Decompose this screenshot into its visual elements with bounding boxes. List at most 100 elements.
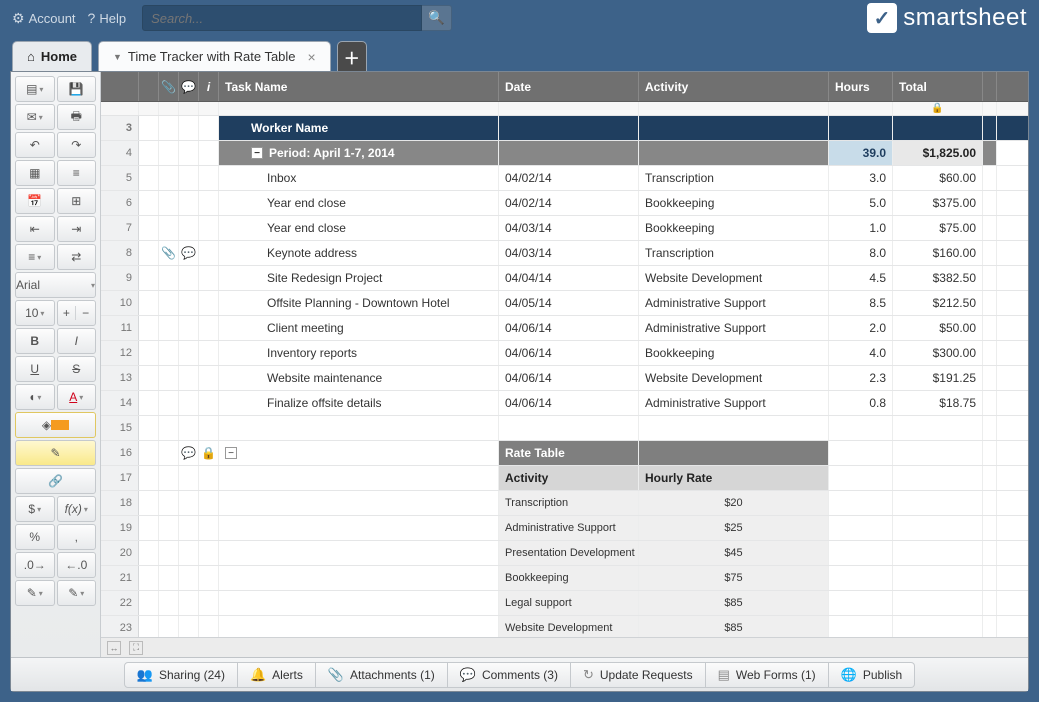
paperclip-icon[interactable]: 📎 <box>161 246 176 260</box>
row-blank[interactable]: 15 <box>101 416 1028 441</box>
rate-row[interactable]: 18Transcription$20 <box>101 491 1028 516</box>
expand-button[interactable]: ⛶ <box>129 641 143 655</box>
row-rate-subhead[interactable]: 17 Activity Hourly Rate <box>101 466 1028 491</box>
bold-button[interactable]: B <box>15 328 55 354</box>
table-row[interactable]: 13Website maintenance04/06/14Website Dev… <box>101 366 1028 391</box>
footer-alerts[interactable]: 🔔Alerts <box>238 662 316 688</box>
col-attach[interactable]: 📎 <box>159 72 179 101</box>
conditional-format-button[interactable]: ◈ <box>15 412 96 438</box>
table-row[interactable]: 6Year end close04/02/14Bookkeeping5.0$37… <box>101 191 1028 216</box>
tab-home[interactable]: ⌂Home <box>12 41 92 71</box>
cell-activity: Transcription <box>639 166 829 190</box>
font-size-select[interactable]: 10▾ <box>15 300 55 326</box>
align-button[interactable]: ≡▾ <box>15 244 55 270</box>
footer-sharing[interactable]: 👥Sharing (24) <box>124 662 238 688</box>
col-hours[interactable]: Hours <box>829 72 893 101</box>
font-inc-button[interactable]: +− <box>57 300 97 326</box>
paperclip-icon: 📎 <box>161 80 176 94</box>
footer-attachments[interactable]: 📎Attachments (1) <box>316 662 448 688</box>
percent-button[interactable]: % <box>15 524 55 550</box>
rate-row[interactable]: 19Administrative Support$25 <box>101 516 1028 541</box>
cell-rate-value: $85 <box>639 591 829 615</box>
thousands-button[interactable]: , <box>57 524 97 550</box>
outdent-button[interactable]: ⇤ <box>15 216 55 242</box>
chevron-down-icon[interactable]: ▼ <box>113 52 122 62</box>
table-row[interactable]: 12Inventory reports04/06/14Bookkeeping4.… <box>101 341 1028 366</box>
tab-strip: ⌂Home ▼Time Tracker with Rate Table× ＋ <box>0 36 1039 71</box>
indent-button[interactable]: ⇥ <box>57 216 97 242</box>
row-rate-head[interactable]: 16 💬 🔒 − Rate Table <box>101 441 1028 466</box>
rate-row[interactable]: 20Presentation Development$45 <box>101 541 1028 566</box>
grid-body[interactable]: 3 Worker Name 4 −Period: April 1-7, 2014… <box>101 116 1028 637</box>
col-comment[interactable]: 💬 <box>179 72 199 101</box>
text-color-button[interactable]: A▾ <box>57 384 97 410</box>
clear-format-button[interactable]: ✎▾ <box>57 580 97 606</box>
search-input[interactable] <box>142 5 422 31</box>
rate-row[interactable]: 21Bookkeeping$75 <box>101 566 1028 591</box>
collapse-icon[interactable]: − <box>225 447 237 459</box>
dec-dec-button[interactable]: ←.0 <box>57 552 97 578</box>
row-worker[interactable]: 3 Worker Name <box>101 116 1028 141</box>
col-expand[interactable] <box>139 72 159 101</box>
lock-icon: 🔒 <box>931 103 943 114</box>
table-row[interactable]: 11Client meeting04/06/14Administrative S… <box>101 316 1028 341</box>
tab-add[interactable]: ＋ <box>337 41 367 71</box>
footer-publish[interactable]: 🌐Publish <box>829 662 916 688</box>
cell-task: Year end close <box>219 191 499 215</box>
collapse-icon[interactable]: − <box>251 147 263 159</box>
formula-button[interactable]: f(x)▾ <box>57 496 97 522</box>
undo-button[interactable]: ↶ <box>15 132 55 158</box>
cell-total: $382.50 <box>893 266 983 290</box>
footer-webforms[interactable]: ▤Web Forms (1) <box>706 662 829 688</box>
scroll-left-button[interactable]: ↔ <box>107 641 121 655</box>
row-period[interactable]: 4 −Period: April 1-7, 2014 39.0$1,825.00 <box>101 141 1028 166</box>
comment-icon[interactable]: 💬 <box>181 446 196 460</box>
print-button[interactable]: 🖶 <box>57 104 97 130</box>
redo-button[interactable]: ↷ <box>57 132 97 158</box>
rate-row[interactable]: 23Website Development$85 <box>101 616 1028 637</box>
underline-button[interactable]: U <box>15 356 55 382</box>
col-info[interactable]: i <box>199 72 219 101</box>
footer-update[interactable]: ↻Update Requests <box>571 662 706 688</box>
col-date[interactable]: Date <box>499 72 639 101</box>
footer-comments[interactable]: 💬Comments (3) <box>448 662 571 688</box>
format-paint-button[interactable]: ✎▾ <box>15 580 55 606</box>
close-icon[interactable]: × <box>308 49 316 65</box>
strike-button[interactable]: S <box>57 356 97 382</box>
col-total[interactable]: Total <box>893 72 983 101</box>
tab-sheet[interactable]: ▼Time Tracker with Rate Table× <box>98 41 331 71</box>
search-wrap: 🔍 <box>142 5 452 31</box>
rate-row[interactable]: 22Legal support$85 <box>101 591 1028 616</box>
gantt-view-button[interactable]: ≡ <box>57 160 97 186</box>
table-row[interactable]: 10Offsite Planning - Downtown Hotel04/05… <box>101 291 1028 316</box>
card-view-button[interactable]: ⊞ <box>57 188 97 214</box>
col-task[interactable]: Task Name <box>219 72 499 101</box>
table-row[interactable]: 14Finalize offsite details04/06/14Admini… <box>101 391 1028 416</box>
link-button[interactable]: 🔗 <box>15 468 96 494</box>
account-link[interactable]: ⚙Account <box>12 10 76 27</box>
font-select[interactable]: Arial▾ <box>15 272 96 298</box>
fill-color-button[interactable]: ◖▾ <box>15 384 55 410</box>
highlight-button[interactable]: ✎ <box>15 440 96 466</box>
calendar-view-button[interactable]: 📅 <box>15 188 55 214</box>
save-button[interactable]: ▤▾ <box>15 76 55 102</box>
cell-date: 04/04/14 <box>499 266 639 290</box>
table-row[interactable]: 9Site Redesign Project04/04/14Website De… <box>101 266 1028 291</box>
cell-total: $300.00 <box>893 341 983 365</box>
help-link[interactable]: ?Help <box>88 10 127 26</box>
save-disk-button[interactable]: 💾 <box>57 76 97 102</box>
table-row[interactable]: 5Inbox04/02/14Transcription3.0$60.00 <box>101 166 1028 191</box>
search-button[interactable]: 🔍 <box>422 5 452 31</box>
comment-icon[interactable]: 💬 <box>181 246 196 260</box>
dec-inc-button[interactable]: .0→ <box>15 552 55 578</box>
cell-worker: Worker Name <box>219 116 499 140</box>
grid-view-button[interactable]: ▦ <box>15 160 55 186</box>
italic-button[interactable]: I <box>57 328 97 354</box>
col-rownum[interactable] <box>101 72 139 101</box>
table-row[interactable]: 8📎💬Keynote address04/03/14Transcription8… <box>101 241 1028 266</box>
col-activity[interactable]: Activity <box>639 72 829 101</box>
mail-button[interactable]: ✉▾ <box>15 104 55 130</box>
currency-button[interactable]: $▾ <box>15 496 55 522</box>
wrap-button[interactable]: ⇄ <box>57 244 97 270</box>
table-row[interactable]: 7Year end close04/03/14Bookkeeping1.0$75… <box>101 216 1028 241</box>
